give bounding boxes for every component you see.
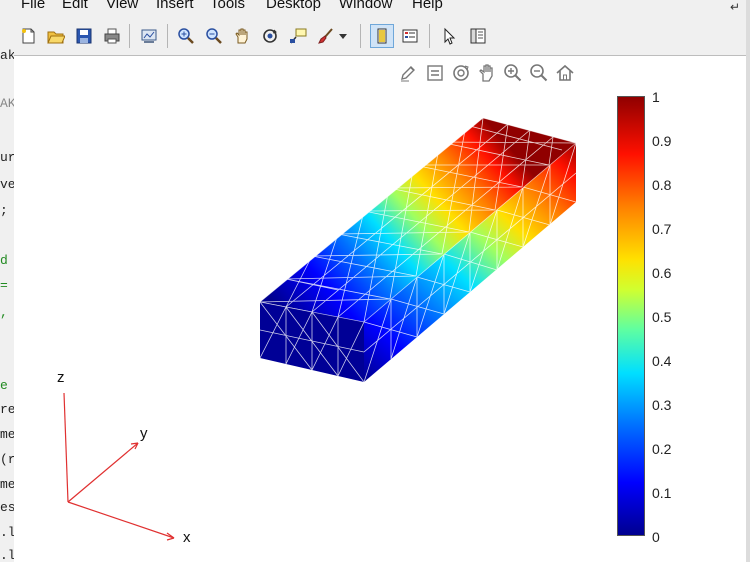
editor-fragment: .l [0, 525, 15, 540]
editor-fragment: re [0, 402, 15, 417]
colorbar-tick-label: 0.9 [652, 133, 672, 149]
colorbar-tick-label: 0 [652, 529, 660, 545]
colorbar-tick-label: 0.6 [652, 265, 672, 281]
triad-x-label: x [183, 529, 191, 546]
triad-x-axis [67, 501, 175, 539]
editor-fragment: me [0, 427, 15, 442]
background-editor-window: ak AK ur ve ; d = , e re me (r me es .l … [0, 0, 15, 562]
colorbar[interactable] [617, 96, 645, 536]
axes-triad [63, 392, 175, 541]
triad-z-axis [63, 392, 69, 503]
window-edge [746, 0, 750, 562]
triad-y-label: y [140, 425, 148, 442]
colorbar-tick-label: 0.3 [652, 397, 672, 413]
editor-fragment: (r [0, 452, 15, 467]
triad-y-axis [67, 442, 139, 503]
editor-fragment: ur [0, 150, 15, 165]
editor-fragment: ; [0, 203, 8, 218]
editor-fragment: ve [0, 177, 15, 192]
colorbar-tick-label: 0.8 [652, 177, 672, 193]
triad-z-label: z [57, 369, 65, 386]
editor-fragment: AK [0, 96, 15, 111]
editor-fragment: d [0, 253, 8, 268]
colorbar-tick-label: 0.7 [652, 221, 672, 237]
colorbar-tick-label: 0.2 [652, 441, 672, 457]
editor-fragment: , [0, 305, 8, 320]
editor-fragment: ak [0, 48, 15, 63]
editor-fragment: e [0, 378, 8, 393]
figure-window: File Edit View Insert Tools Desktop Wind… [14, 0, 746, 562]
colorbar-tick-label: 0.4 [652, 353, 672, 369]
editor-fragment: es [0, 500, 15, 515]
editor-fragment: = [0, 278, 8, 293]
colorbar-tick-label: 0.1 [652, 485, 672, 501]
colorbar-tick-label: 1 [652, 89, 660, 105]
editor-fragment: .l [0, 548, 15, 562]
colorbar-tick-label: 0.5 [652, 309, 672, 325]
editor-fragment: me [0, 477, 15, 492]
